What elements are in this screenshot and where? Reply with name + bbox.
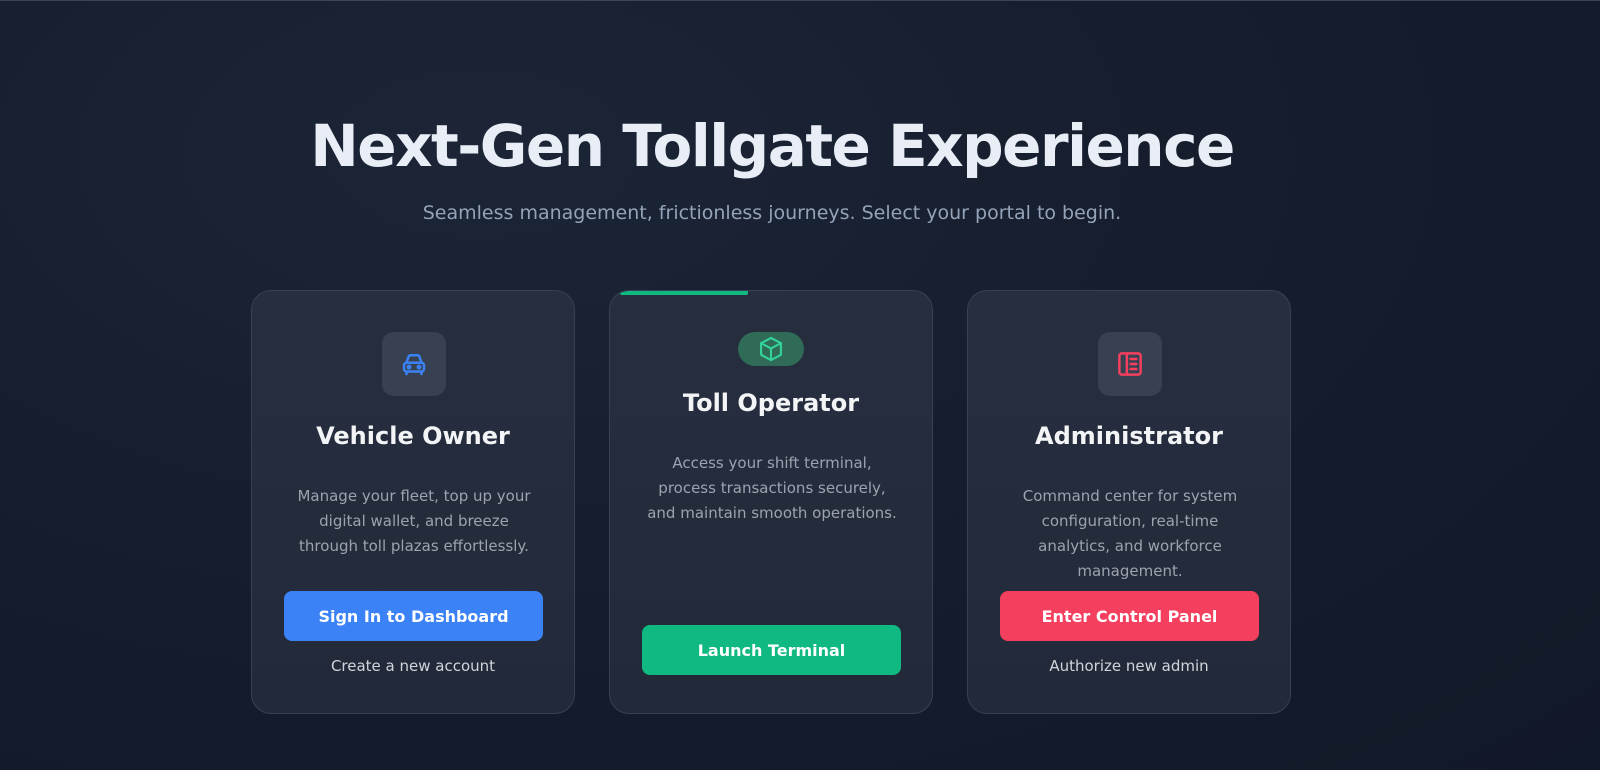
card-accent-bar bbox=[620, 291, 748, 295]
panel-icon bbox=[1118, 352, 1142, 376]
hero-section: Next-Gen Tollgate Experience Seamless ma… bbox=[0, 108, 1544, 226]
panel-icon-badge bbox=[1098, 332, 1162, 396]
cube-icon bbox=[760, 336, 782, 362]
create-account-link[interactable]: Create a new account bbox=[252, 655, 574, 677]
page-title: Next-Gen Tollgate Experience bbox=[310, 112, 1235, 180]
card-title: Administrator bbox=[1035, 422, 1223, 450]
vehicle-owner-card: Vehicle Owner Manage your fleet, top up … bbox=[251, 290, 575, 714]
page-subtitle: Seamless management, frictionless journe… bbox=[422, 202, 1122, 224]
enter-control-panel-button[interactable]: Enter Control Panel bbox=[1000, 591, 1259, 641]
card-description: Manage your fleet, top up your digital w… bbox=[297, 487, 531, 555]
toll-operator-card: Toll Operator Access your shift terminal… bbox=[609, 290, 933, 714]
card-title: Toll Operator bbox=[682, 389, 860, 417]
launch-terminal-button[interactable]: Launch Terminal bbox=[642, 625, 901, 675]
card-description: Access your shift terminal, process tran… bbox=[647, 454, 897, 522]
car-icon-badge bbox=[382, 332, 446, 396]
top-border bbox=[0, 0, 1600, 1]
sign-in-dashboard-button[interactable]: Sign In to Dashboard bbox=[284, 591, 543, 641]
car-icon bbox=[402, 354, 426, 376]
administrator-card: Administrator Command center for system … bbox=[967, 290, 1291, 714]
card-title: Vehicle Owner bbox=[316, 422, 510, 450]
cube-icon-badge bbox=[738, 332, 804, 366]
authorize-admin-link[interactable]: Authorize new admin bbox=[968, 655, 1290, 677]
card-description: Command center for system configuration,… bbox=[1022, 487, 1238, 580]
